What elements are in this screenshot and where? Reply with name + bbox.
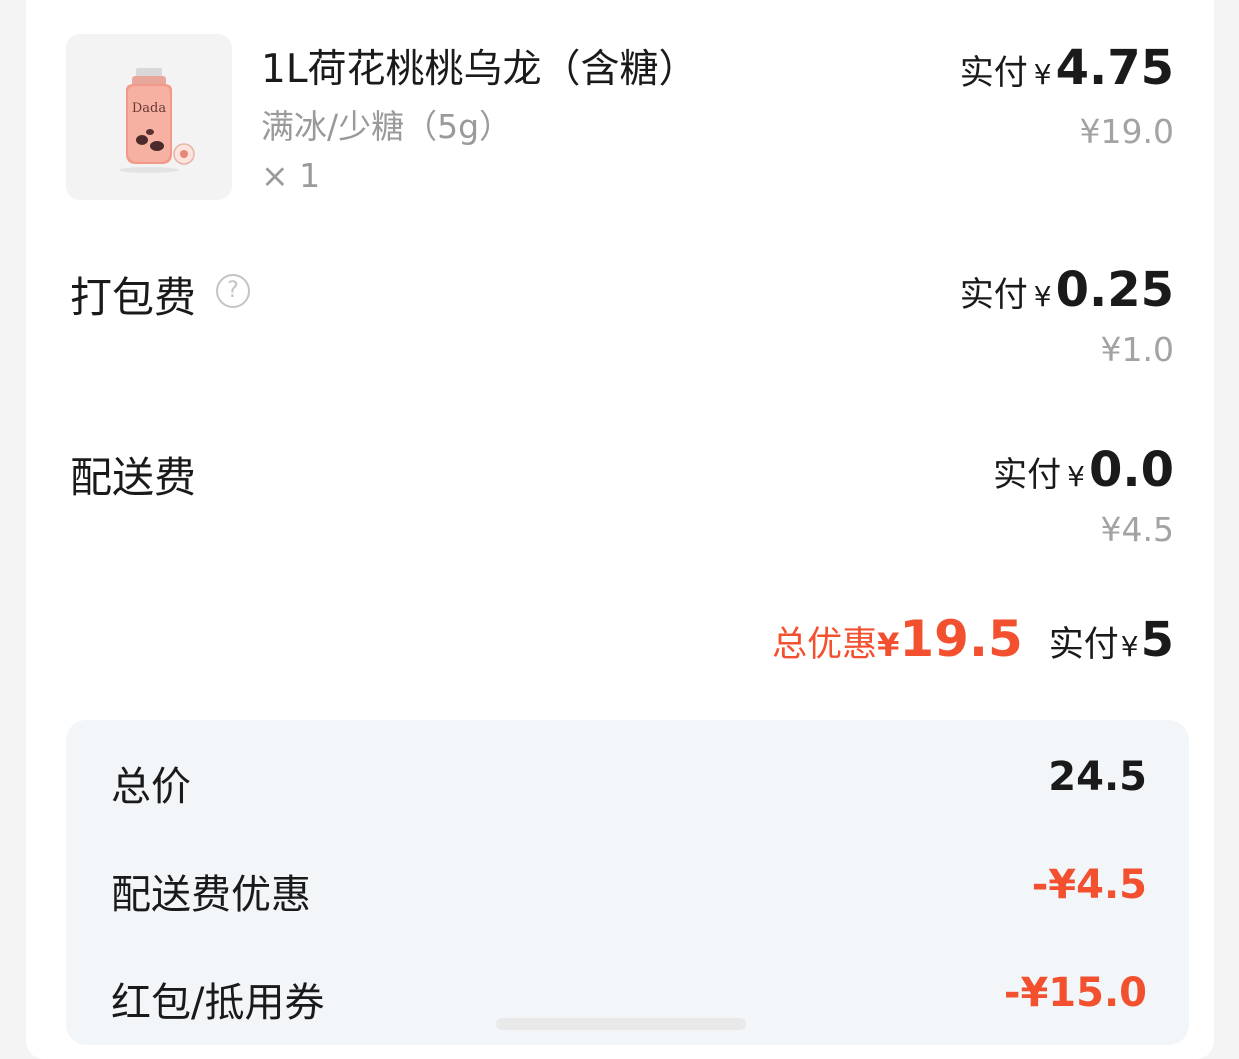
product-name: 1L荷花桃桃乌龙（含糖）	[261, 47, 698, 92]
drink-bottle-icon: Dada	[119, 68, 195, 173]
price-breakdown-panel: 总价 24.5 配送费优惠 -¥4.5 红包/抵用券 -¥15.0	[66, 720, 1189, 1045]
order-summary-line: 总优惠¥19.5 实付¥5	[772, 610, 1174, 668]
paid-label: 实付	[993, 455, 1062, 495]
order-detail-card: Dada 1L荷花桃桃乌龙（含糖） 满冰/少糖（5g） × 1 实付 ¥4.75 …	[26, 0, 1214, 1059]
discount-currency: ¥	[877, 626, 900, 664]
paid-amount: 4.75	[1055, 40, 1174, 96]
delivery-fee-paid-price: 实付 ¥0.0	[993, 442, 1174, 498]
product-spec: 满冰/少糖（5g）	[261, 107, 513, 146]
product-original-price: ¥19.0	[1079, 112, 1174, 151]
breakdown-label-coupon: 红包/抵用券	[111, 980, 325, 1026]
total-paid-amount: 5	[1140, 612, 1174, 668]
breakdown-label-delivery-discount: 配送费优惠	[111, 872, 311, 918]
breakdown-label-total: 总价	[111, 764, 191, 810]
total-discount-label: 总优惠	[772, 625, 878, 665]
bottle-brand-text: Dada	[132, 101, 166, 116]
currency-symbol: ¥	[1067, 460, 1085, 493]
currency-symbol: ¥	[1033, 58, 1052, 91]
currency-symbol: ¥	[1033, 280, 1052, 313]
packing-fee-label: 打包费	[70, 273, 197, 322]
packing-fee-paid-price: 实付 ¥0.25	[960, 262, 1174, 318]
paid-amount: 0.25	[1055, 262, 1174, 318]
packing-fee-original-price: ¥1.0	[1100, 330, 1174, 369]
question-circle-icon[interactable]: ?	[216, 274, 250, 308]
product-quantity: × 1	[261, 156, 321, 195]
delivery-fee-label: 配送费	[70, 453, 197, 502]
delivery-fee-original-price: ¥4.5	[1100, 510, 1174, 549]
paid-label: 实付	[959, 275, 1028, 315]
total-paid-label: 实付	[1048, 625, 1119, 665]
home-indicator	[496, 1018, 746, 1030]
total-discount-amount: 19.5	[899, 610, 1023, 668]
breakdown-value-delivery-discount: -¥4.5	[1031, 862, 1147, 908]
product-image[interactable]: Dada	[66, 34, 232, 200]
paid-currency: ¥	[1120, 630, 1139, 663]
paid-amount: 0.0	[1088, 442, 1174, 498]
breakdown-value-total: 24.5	[1048, 754, 1147, 800]
breakdown-value-coupon: -¥15.0	[1003, 970, 1147, 1016]
product-paid-price: 实付 ¥4.75	[960, 40, 1174, 96]
paid-label: 实付	[959, 53, 1028, 93]
